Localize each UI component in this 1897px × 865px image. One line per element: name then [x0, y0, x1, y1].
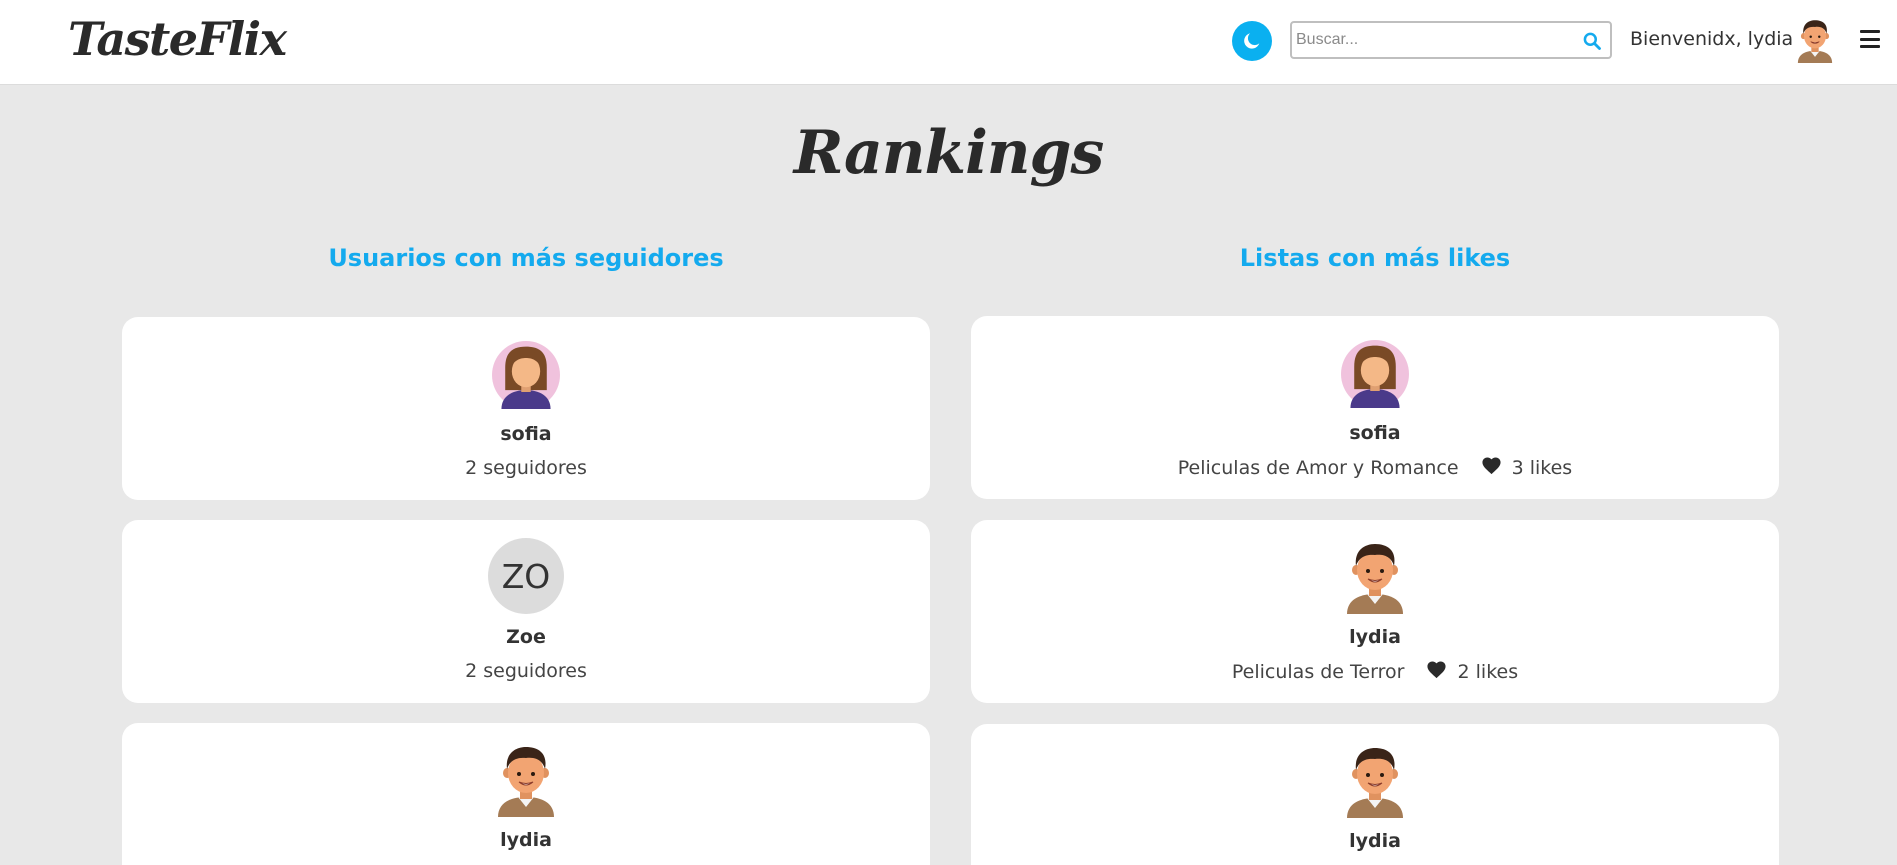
search-box — [1290, 21, 1612, 59]
user-name[interactable]: lydia — [122, 829, 930, 851]
app-logo[interactable]: TasteFlix — [68, 12, 287, 66]
user-ranking-card[interactable]: sofia 2 seguidores — [122, 317, 930, 500]
female-avatar — [492, 339, 560, 411]
menu-bar — [1860, 45, 1880, 48]
followers-count: 2 seguidores — [465, 457, 587, 479]
list-info: Peliculas de Amor y Romance 3 likes — [971, 456, 1779, 479]
female-avatar — [1341, 338, 1409, 410]
list-owner-name[interactable]: lydia — [971, 830, 1779, 852]
heart-icon — [1481, 456, 1502, 475]
list-info: Peliculas de Terror 2 likes — [971, 660, 1779, 683]
search-button[interactable] — [1580, 29, 1604, 53]
list-ranking-card[interactable]: lydia — [971, 724, 1779, 865]
male-avatar — [1341, 542, 1409, 614]
menu-bar — [1860, 30, 1880, 33]
list-name[interactable]: Peliculas de Terror — [1232, 661, 1405, 683]
list-ranking-card[interactable]: sofia Peliculas de Amor y Romance 3 like… — [971, 316, 1779, 499]
list-name[interactable]: Peliculas de Amor y Romance — [1178, 457, 1459, 479]
heart-icon — [1426, 660, 1447, 679]
user-avatar[interactable] — [1793, 19, 1837, 63]
top-navbar: TasteFlix Bienvenidx, lydia — [0, 0, 1897, 85]
user-name[interactable]: Zoe — [122, 626, 930, 648]
followers-count: 2 seguidores — [465, 660, 587, 682]
dark-mode-toggle-button[interactable] — [1232, 21, 1272, 61]
search-input[interactable] — [1296, 27, 1566, 53]
list-owner-name[interactable]: sofia — [971, 422, 1779, 444]
moon-icon — [1244, 33, 1260, 49]
user-name[interactable]: sofia — [122, 423, 930, 445]
list-ranking-card[interactable]: lydia Peliculas de Terror 2 likes — [971, 520, 1779, 703]
initials-avatar: ZO — [488, 538, 564, 614]
search-icon — [1583, 32, 1601, 50]
list-owner-name[interactable]: lydia — [971, 626, 1779, 648]
user-ranking-card[interactable]: ZO Zoe 2 seguidores — [122, 520, 930, 703]
lists-ranking-title: Listas con más likes — [1239, 244, 1511, 272]
hamburger-menu-icon[interactable] — [1860, 30, 1880, 48]
welcome-message: Bienvenidx, lydia — [1630, 28, 1794, 50]
male-avatar — [1341, 746, 1409, 818]
menu-bar — [1860, 37, 1880, 41]
likes-count: 2 likes — [1457, 661, 1519, 683]
male-avatar — [492, 745, 560, 817]
user-ranking-card[interactable]: lydia — [122, 723, 930, 865]
likes-count: 3 likes — [1511, 457, 1573, 479]
users-ranking-title: Usuarios con más seguidores — [328, 244, 724, 272]
page-title: Rankings — [793, 118, 1104, 188]
